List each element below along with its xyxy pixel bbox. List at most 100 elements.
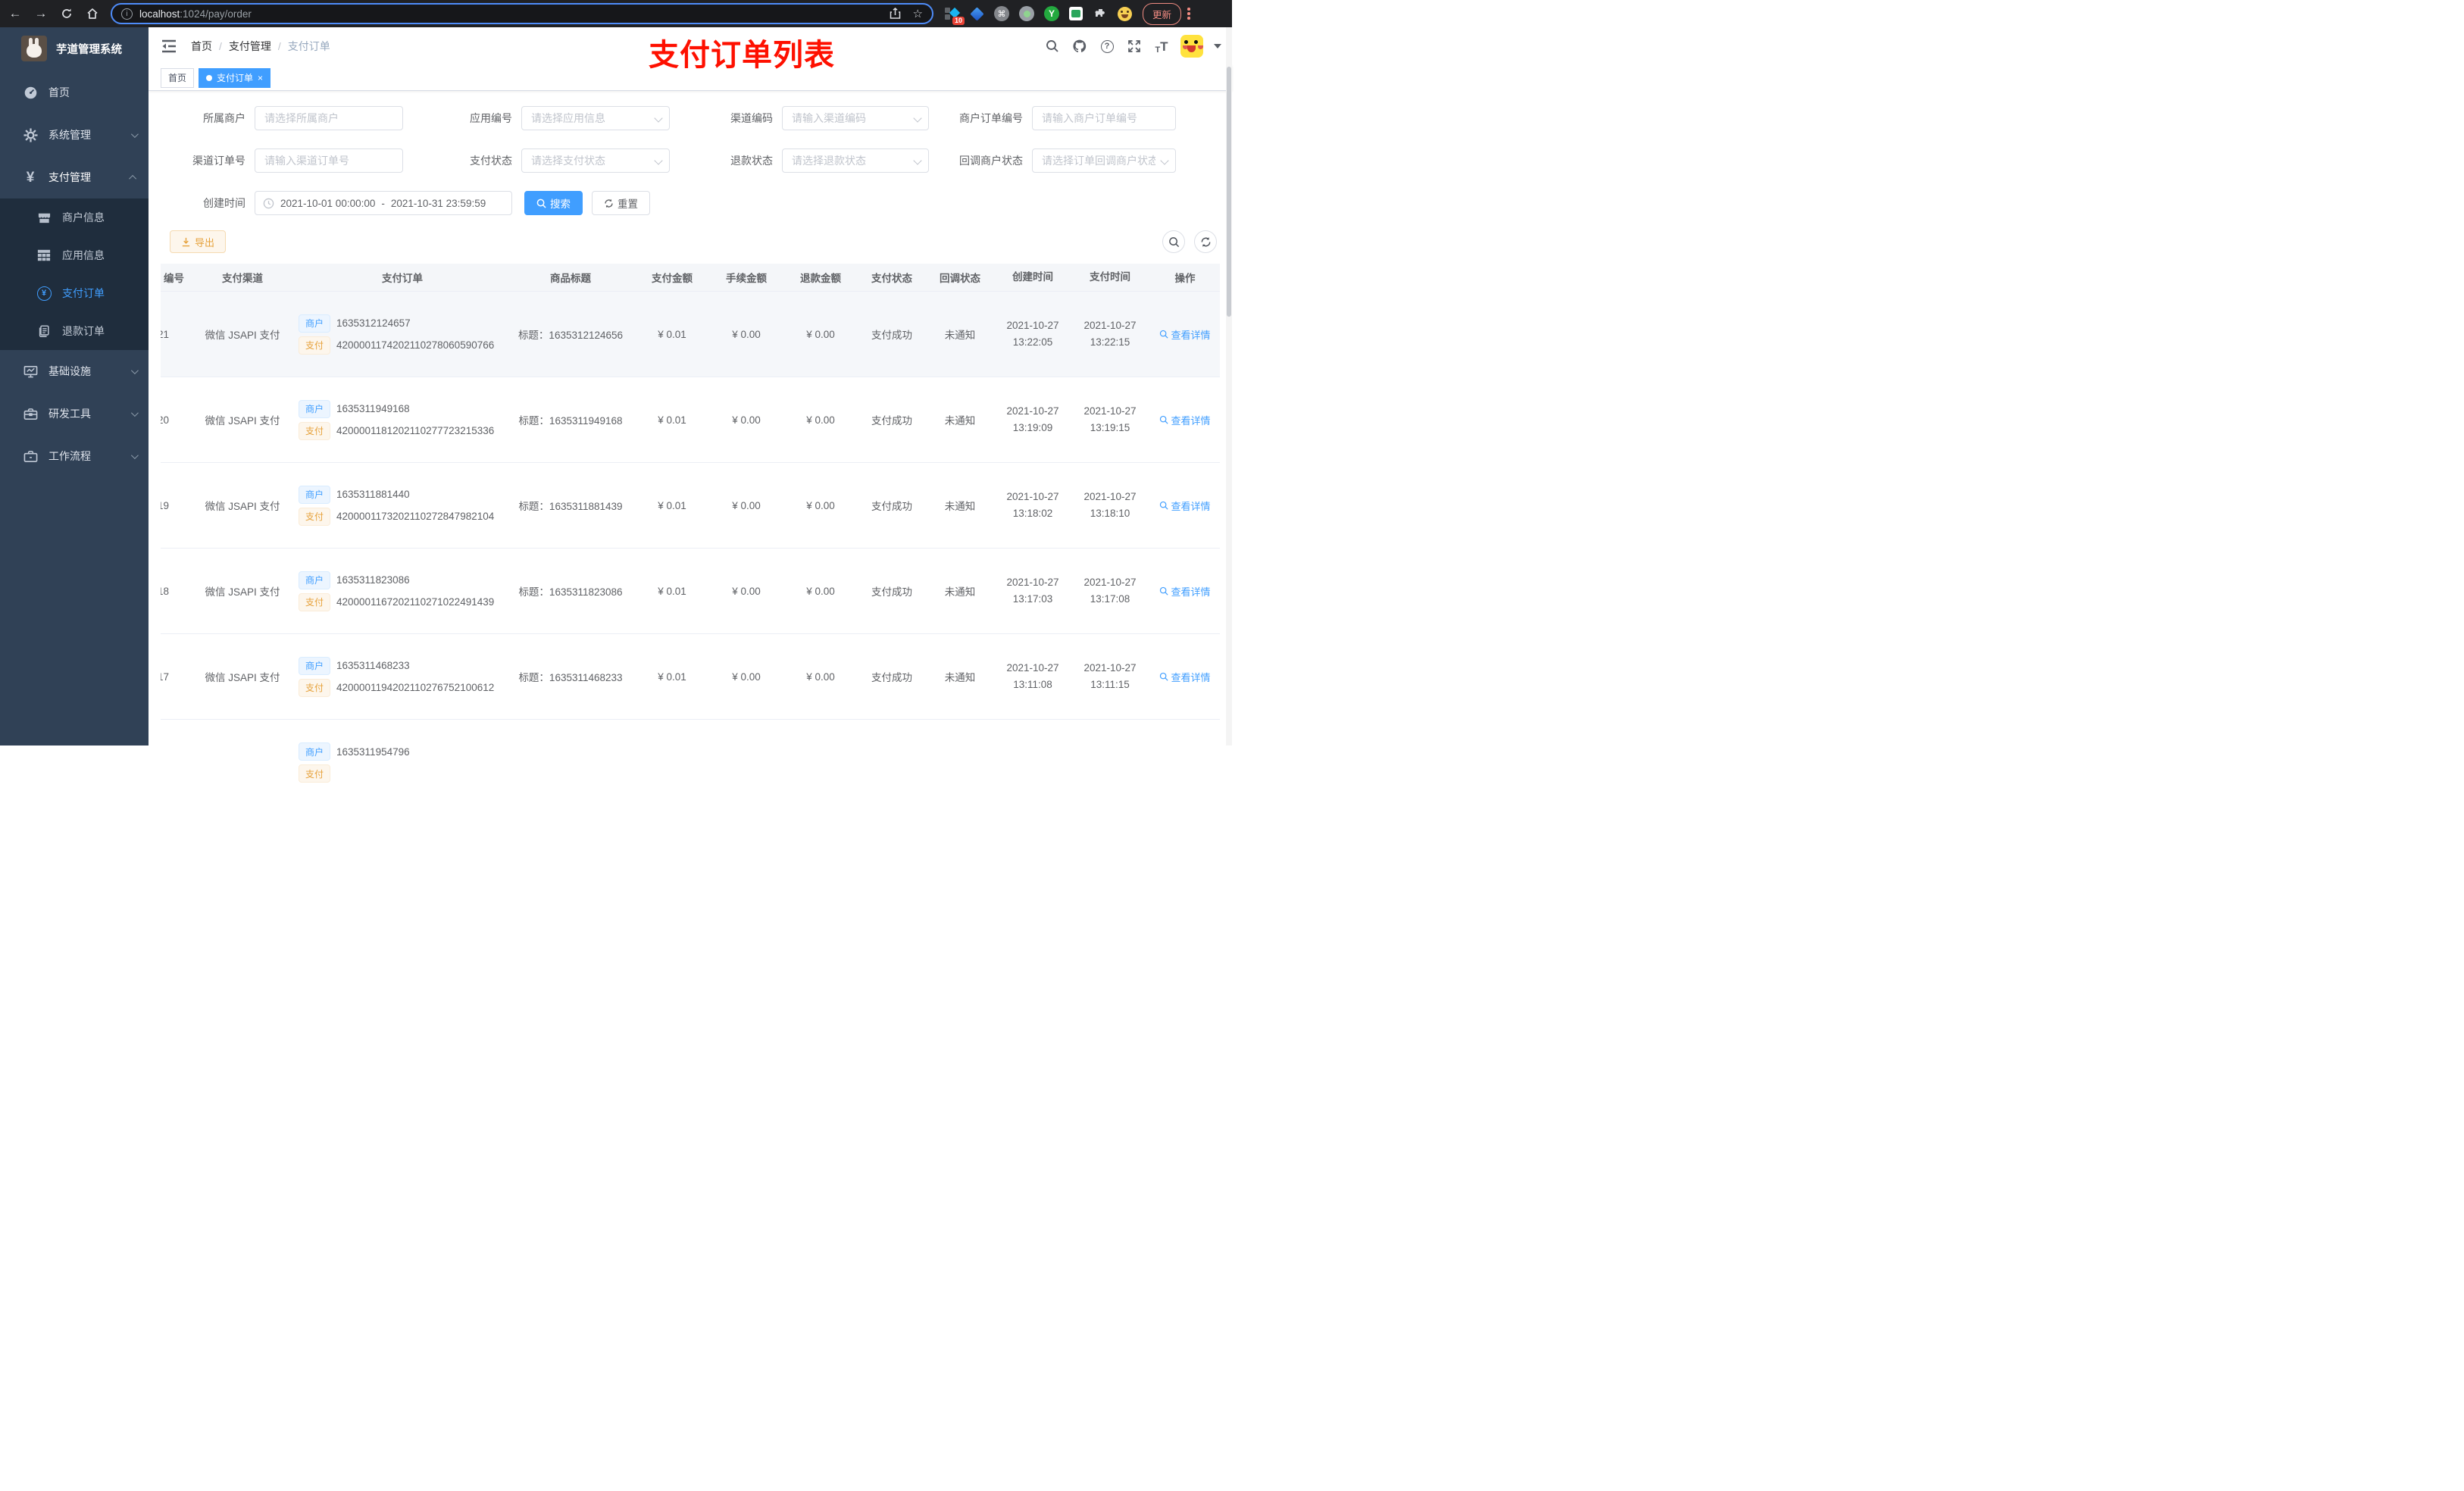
sidebar-item-app-info[interactable]: 应用信息 xyxy=(0,236,149,274)
refund-status-select[interactable] xyxy=(782,148,929,173)
browser-forward-button[interactable]: → xyxy=(30,3,52,24)
notify-status-select[interactable] xyxy=(1032,148,1176,173)
extension-kite-icon[interactable] xyxy=(969,6,984,21)
extensions-puzzle-icon[interactable] xyxy=(1093,6,1108,21)
chrome-update-button[interactable]: 更新 xyxy=(1143,2,1182,25)
sidebar-item-system[interactable]: 系统管理 xyxy=(0,114,149,156)
table-row: 19 微信 JSAPI 支付 商户1635311881440 支付4200001… xyxy=(161,463,1220,549)
home-icon xyxy=(87,8,98,19)
share-icon[interactable] xyxy=(890,8,901,20)
table-row: 21 微信 JSAPI 支付 商户1635312124657 支付4200001… xyxy=(161,292,1220,377)
field-channel-code: 渠道编码 xyxy=(670,106,929,130)
extension-strip: 10 ⌘ Y xyxy=(944,6,1132,25)
pay-status: 支付成功 xyxy=(871,501,912,512)
view-detail-link[interactable]: 查看详情 xyxy=(1159,499,1211,513)
browser-home-button[interactable] xyxy=(82,3,103,24)
view-detail-link[interactable]: 查看详情 xyxy=(1159,327,1211,342)
download-icon xyxy=(182,237,190,246)
reset-button[interactable]: 重置 xyxy=(592,191,650,215)
field-channel-order-no: 渠道订单号 xyxy=(161,148,403,173)
browser-reload-button[interactable] xyxy=(56,3,77,24)
monitor-icon xyxy=(23,364,38,379)
sidebar-item-merchant-info[interactable]: 商户信息 xyxy=(0,198,149,236)
gear-icon xyxy=(23,127,38,142)
view-detail-link[interactable]: 查看详情 xyxy=(1159,670,1211,684)
clock-icon xyxy=(263,198,274,208)
yen-circle-icon: ¥ xyxy=(36,286,52,301)
tag-home[interactable]: 首页 xyxy=(161,67,195,88)
merchant-order-no-input[interactable] xyxy=(1032,106,1176,130)
sidebar-item-home[interactable]: 首页 xyxy=(0,71,149,114)
extension-grid-icon[interactable]: 10 xyxy=(944,6,965,25)
chevron-down-icon xyxy=(130,366,139,374)
table-toolbar: 导出 xyxy=(170,230,1220,253)
toggle-search-button[interactable] xyxy=(1162,230,1185,253)
site-info-icon[interactable]: i xyxy=(121,8,133,20)
fullscreen-icon[interactable] xyxy=(1126,38,1143,55)
search-icon xyxy=(1168,236,1179,247)
search-icon xyxy=(536,198,546,208)
bookmark-star-icon[interactable]: ☆ xyxy=(913,7,923,20)
url-path: :1024/pay/order xyxy=(180,8,252,20)
merchant-input[interactable] xyxy=(255,106,403,130)
channel-code-select[interactable] xyxy=(782,106,929,130)
url-bar[interactable]: i localhost :1024/pay/order ☆ xyxy=(111,3,933,24)
magnifier-icon xyxy=(1160,672,1169,681)
github-icon[interactable] xyxy=(1071,38,1088,55)
help-icon[interactable]: ? xyxy=(1099,38,1115,55)
pay-status-select[interactable] xyxy=(521,148,670,173)
search-button[interactable]: 搜索 xyxy=(524,191,583,215)
app-select[interactable] xyxy=(521,106,670,130)
breadcrumb-home[interactable]: 首页 xyxy=(191,39,212,54)
filter-row-1: 所属商户 应用编号 渠道编码 商户订单编号 xyxy=(161,106,1220,130)
sidebar-item-dev-tools[interactable]: 研发工具 xyxy=(0,392,149,435)
sidebar-item-workflow[interactable]: 工作流程 xyxy=(0,435,149,477)
page-scrollbar[interactable] xyxy=(1226,27,1232,746)
extension-chat-icon[interactable] xyxy=(1069,7,1083,20)
chrome-menu-icon[interactable] xyxy=(1187,8,1190,20)
refresh-icon xyxy=(605,198,613,208)
merchant-tag: 商户 xyxy=(299,742,331,761)
sidebar-item-payment[interactable]: ¥ 支付管理 xyxy=(0,156,149,198)
close-icon[interactable]: × xyxy=(258,73,263,83)
font-size-icon[interactable]: TT xyxy=(1153,38,1170,55)
merchant-tag: 商户 xyxy=(299,314,331,333)
sidebar-collapse-icon[interactable] xyxy=(161,38,177,55)
magnifier-icon xyxy=(1160,501,1169,510)
refresh-button[interactable] xyxy=(1194,230,1217,253)
app-window: ← → i localhost :1024/pay/order ☆ 10 ⌘ Y… xyxy=(0,0,1232,783)
breadcrumb-pay-manage[interactable]: 支付管理 xyxy=(229,39,271,54)
table-row: 商户 1635311954796 支付 xyxy=(161,720,1220,805)
channel-order-no-input[interactable] xyxy=(255,148,403,173)
browser-back-button[interactable]: ← xyxy=(5,3,26,24)
extension-y-icon[interactable]: Y xyxy=(1044,6,1059,21)
profile-avatar-icon[interactable] xyxy=(1118,6,1132,21)
sidebar-menu: 首页 系统管理 ¥ 支付管理 商户信息 应用信息 ¥ 支付订单 退款订单 基础设… xyxy=(0,71,149,477)
sidebar-item-infrastructure[interactable]: 基础设施 xyxy=(0,350,149,392)
app-logo[interactable]: 芋道管理系统 xyxy=(0,27,149,70)
sidebar-item-refund-order[interactable]: 退款订单 xyxy=(0,312,149,350)
table-row: 20 微信 JSAPI 支付 商户1635311949168 支付4200001… xyxy=(161,377,1220,463)
view-detail-link[interactable]: 查看详情 xyxy=(1159,413,1211,427)
scrollbar-thumb[interactable] xyxy=(1227,67,1231,317)
search-icon[interactable] xyxy=(1044,38,1061,55)
notify-status: 未通知 xyxy=(944,415,976,427)
extension-command-icon[interactable]: ⌘ xyxy=(994,6,1009,21)
merchant-tag: 商户 xyxy=(299,399,331,418)
sidebar-item-pay-order[interactable]: ¥ 支付订单 xyxy=(0,274,149,312)
notify-status: 未通知 xyxy=(944,672,976,683)
navbar-actions: ? TT xyxy=(1044,27,1221,65)
tag-pay-order[interactable]: 支付订单 × xyxy=(199,67,271,88)
extension-badge: 10 xyxy=(952,17,965,25)
create-time-range-input[interactable]: 2021-10-01 00:00:00 - 2021-10-31 23:59:5… xyxy=(255,191,512,215)
field-merchant: 所属商户 xyxy=(161,106,403,130)
user-avatar[interactable] xyxy=(1180,35,1203,58)
order-table: 编号 支付渠道 支付订单 商品标题 支付金额 手续金额 退款金额 支付状态 回调… xyxy=(161,264,1220,805)
export-button[interactable]: 导出 xyxy=(170,230,227,253)
avatar-caret-icon[interactable] xyxy=(1214,44,1221,48)
pay-status: 支付成功 xyxy=(871,330,912,341)
extension-dot-icon[interactable] xyxy=(1019,6,1034,21)
filter-row-3: 创建时间 2021-10-01 00:00:00 - 2021-10-31 23… xyxy=(161,191,1220,215)
view-detail-link[interactable]: 查看详情 xyxy=(1159,584,1211,599)
pay-tag: 支付 xyxy=(299,678,331,697)
